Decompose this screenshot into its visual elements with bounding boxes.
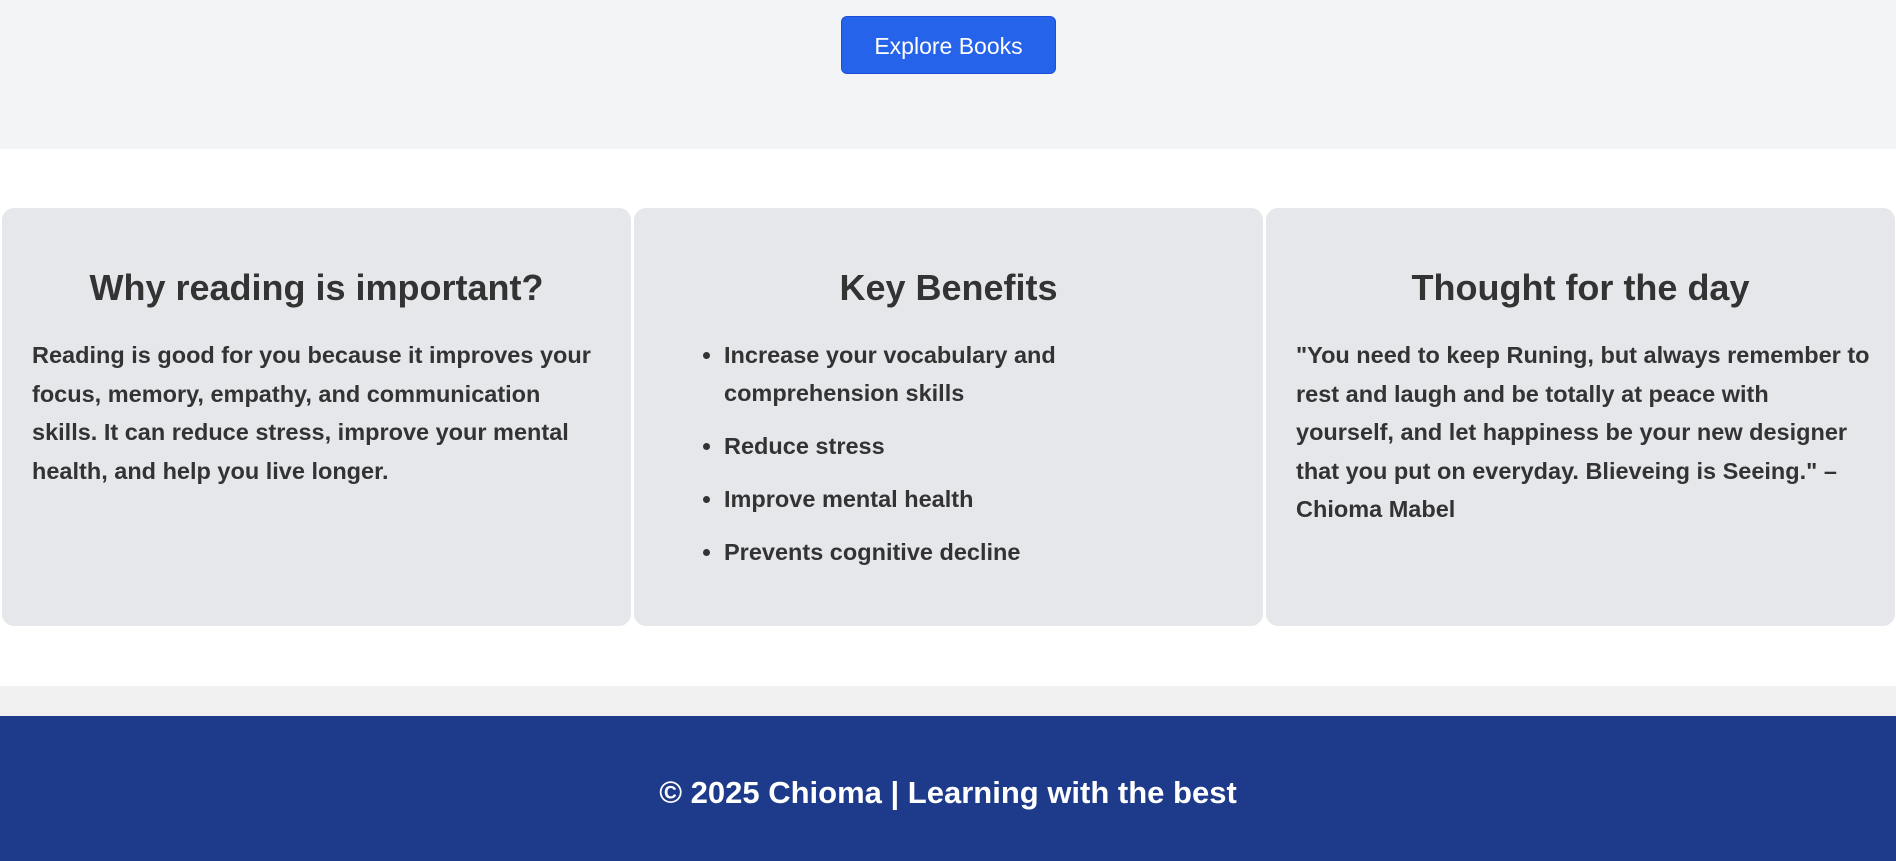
list-item: Prevents cognitive decline <box>724 533 1224 571</box>
card-title: Why reading is important? <box>89 267 544 308</box>
hero-section: Explore Books <box>0 0 1896 149</box>
list-item: Increase your vocabulary and comprehensi… <box>724 336 1224 412</box>
card-title: Key Benefits <box>839 267 1058 308</box>
card-title: Thought for the day <box>1411 267 1750 308</box>
explore-books-button[interactable]: Explore Books <box>841 16 1056 74</box>
card-thought-for-the-day: Thought for the day "You need to keep Ru… <box>1266 208 1895 626</box>
benefits-list: Increase your vocabulary and comprehensi… <box>724 336 1224 586</box>
quote-text: "You need to keep Runing, but always rem… <box>1296 342 1870 522</box>
card-key-benefits: Key Benefits Increase your vocabulary an… <box>634 208 1263 626</box>
info-cards: Why reading is important? Reading is goo… <box>0 208 1896 627</box>
card-body: Reading is good for you because it impro… <box>32 342 591 484</box>
list-item: Improve mental health <box>724 480 1224 518</box>
card-why-reading: Why reading is important? Reading is goo… <box>2 208 631 626</box>
section-divider <box>0 686 1896 716</box>
list-item: Reduce stress <box>724 427 1224 465</box>
footer-copyright: © 2025 Chioma | Learning with the best <box>659 775 1237 810</box>
